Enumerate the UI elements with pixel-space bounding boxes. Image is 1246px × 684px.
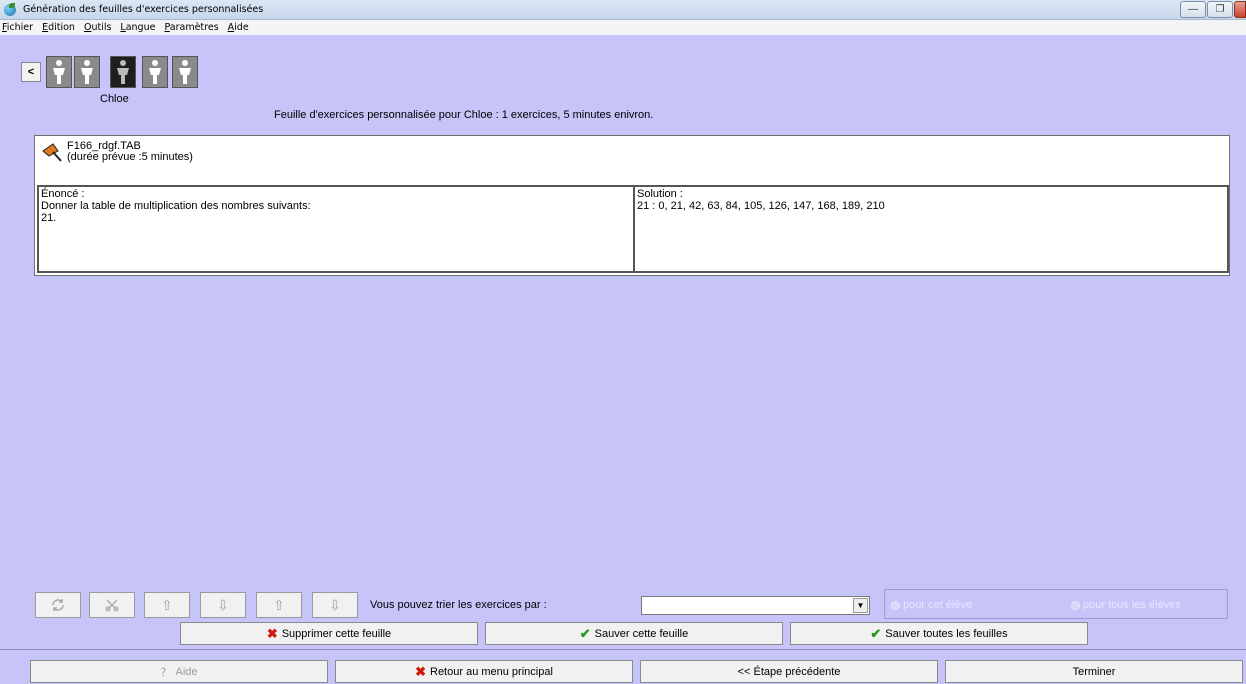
scissors-icon xyxy=(105,599,119,612)
student-avatar-1[interactable] xyxy=(46,56,72,88)
sort-scope-group: pour cet élève pour tous les élèves xyxy=(884,589,1228,619)
title-bar: Génération des feuilles d'exercices pers… xyxy=(0,0,1246,20)
exercise-duration: (durée prévue :5 minutes) xyxy=(67,151,193,163)
red-x-icon: ✖ xyxy=(266,625,278,641)
student-avatar-5[interactable] xyxy=(172,56,198,88)
minimize-icon: — xyxy=(1188,4,1198,15)
statement-value: 21. xyxy=(41,212,57,224)
statement-text: Donner la table de multiplication des no… xyxy=(41,200,311,212)
solution-panel: Solution : 21 : 0, 21, 42, 63, 84, 105, … xyxy=(633,185,1229,273)
person-icon xyxy=(117,60,129,84)
solution-label: Solution : xyxy=(637,188,683,200)
delete-exercise-button[interactable] xyxy=(89,592,135,618)
arrow-down-icon: ⇩ xyxy=(329,596,341,613)
question-icon: ？ xyxy=(160,666,172,679)
red-x-icon: ✖ xyxy=(415,663,426,679)
green-check-icon: ✔ xyxy=(579,625,591,641)
menu-parametres[interactable]: Paramètres xyxy=(164,22,218,33)
footer-divider xyxy=(0,649,1246,650)
sheet-summary: Feuille d'exercices personnalisée pour C… xyxy=(274,109,654,121)
radio-icon xyxy=(1071,600,1080,610)
close-button[interactable] xyxy=(1234,1,1246,18)
refresh-icon xyxy=(52,599,64,611)
save-sheet-button[interactable]: ✔ Sauver cette feuille xyxy=(485,622,783,645)
move-down-button[interactable]: ⇩ xyxy=(200,592,246,618)
sort-label: Vous pouvez trier les exercices par : xyxy=(370,599,547,611)
help-button[interactable]: ？ Aide xyxy=(30,660,328,683)
arrow-down-icon: ⇩ xyxy=(217,596,229,613)
restore-button[interactable]: ❐ xyxy=(1207,1,1233,18)
finish-button[interactable]: Terminer xyxy=(945,660,1243,683)
move-first-button[interactable]: ⇧ xyxy=(256,592,302,618)
statement-panel: Énoncé : Donner la table de multiplicati… xyxy=(37,185,635,273)
minimize-button[interactable]: — xyxy=(1180,1,1206,18)
menu-outils[interactable]: Outils xyxy=(84,22,111,33)
menu-fichier[interactable]: Fichier xyxy=(2,22,33,33)
menu-bar: Fichier Edition Outils Langue Paramètres… xyxy=(0,20,1246,35)
statement-label: Énoncé : xyxy=(41,188,85,200)
sort-dropdown[interactable]: ▼ xyxy=(641,596,870,615)
chevron-left-icon: < xyxy=(27,66,35,78)
student-avatar-2[interactable] xyxy=(74,56,100,88)
window-title: Génération des feuilles d'exercices pers… xyxy=(23,4,264,15)
restore-icon: ❐ xyxy=(1215,4,1225,15)
back-to-main-menu-button[interactable]: ✖ Retour au menu principal xyxy=(335,660,633,683)
solution-text: 21 : 0, 21, 42, 63, 84, 105, 126, 147, 1… xyxy=(637,200,885,212)
save-all-sheets-button[interactable]: ✔ Sauver toutes les feuilles xyxy=(790,622,1088,645)
radio-this-student[interactable]: pour cet élève xyxy=(891,599,972,611)
previous-step-button[interactable]: << Étape précédente xyxy=(640,660,938,683)
exercise-card[interactable]: F166_rdgf.TAB (durée prévue :5 minutes) … xyxy=(34,135,1230,276)
dropdown-arrow-icon[interactable]: ▼ xyxy=(853,598,868,613)
person-icon xyxy=(179,60,191,84)
delete-sheet-button[interactable]: ✖ Supprimer cette feuille xyxy=(180,622,478,645)
menu-aide[interactable]: Aide xyxy=(228,22,249,33)
menu-edition[interactable]: Edition xyxy=(42,22,75,33)
selected-student-name: Chloe xyxy=(100,93,129,105)
green-check-icon: ✔ xyxy=(870,625,882,641)
person-icon xyxy=(81,60,93,84)
radio-all-students[interactable]: pour tous les élèves xyxy=(1071,599,1181,611)
person-icon xyxy=(149,60,161,84)
menu-langue[interactable]: Langue xyxy=(120,22,155,33)
person-icon xyxy=(53,60,65,84)
student-avatar-3-selected[interactable] xyxy=(110,56,136,88)
arrow-up-icon: ⇧ xyxy=(273,596,285,613)
arrow-up-icon: ⇧ xyxy=(161,596,173,613)
radio-icon xyxy=(891,600,900,610)
previous-student-button[interactable]: < xyxy=(21,62,41,82)
move-last-button[interactable]: ⇩ xyxy=(312,592,358,618)
refresh-button[interactable] xyxy=(35,592,81,618)
exercise-type-icon xyxy=(42,143,62,162)
exercise-header: F166_rdgf.TAB (durée prévue :5 minutes) xyxy=(37,138,1227,186)
app-globe-icon xyxy=(3,2,17,17)
move-up-button[interactable]: ⇧ xyxy=(144,592,190,618)
student-avatar-4[interactable] xyxy=(142,56,168,88)
